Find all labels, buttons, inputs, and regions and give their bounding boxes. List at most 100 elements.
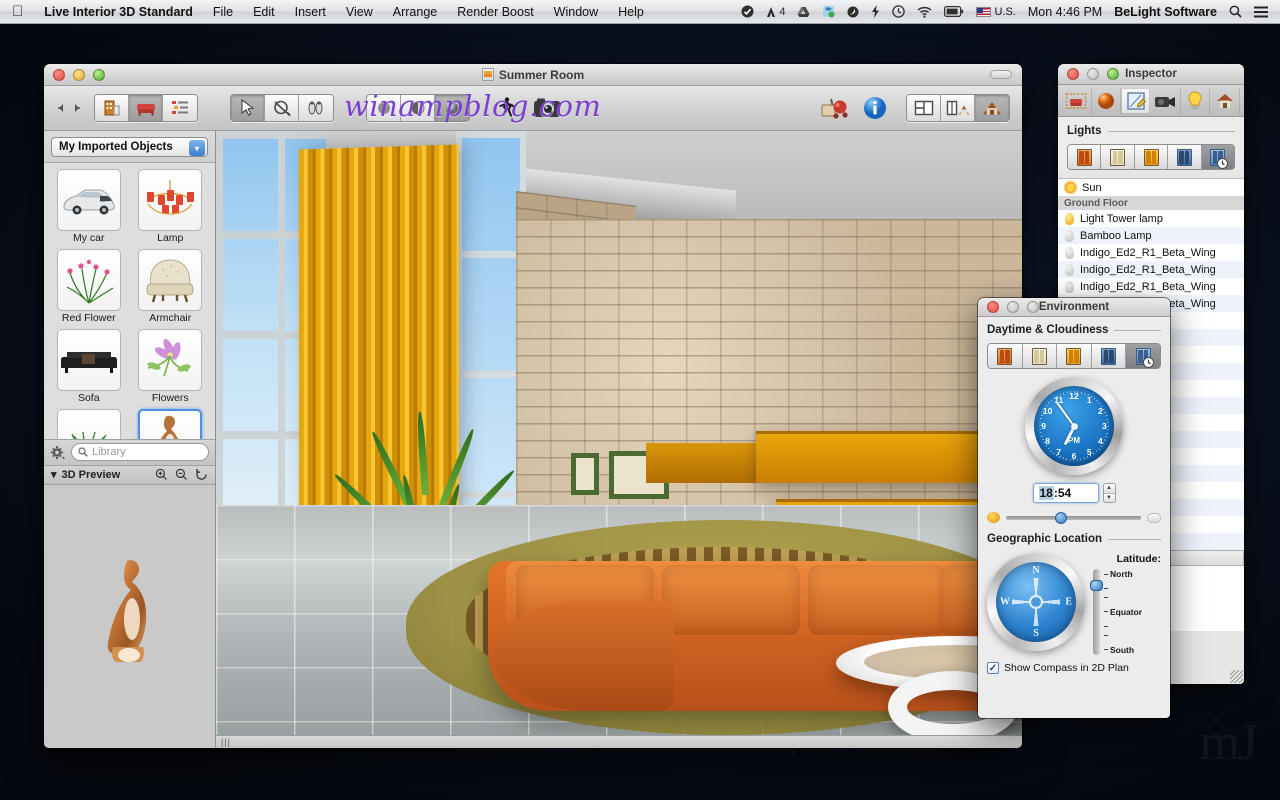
dropbox-icon[interactable] xyxy=(816,5,841,18)
rotate-icon[interactable] xyxy=(265,95,299,121)
library-item-bush[interactable]: Bush xyxy=(49,409,129,439)
menu-help[interactable]: Help xyxy=(608,0,654,24)
sunrise-icon[interactable] xyxy=(1068,145,1102,169)
viewport-grip[interactable]: ||| xyxy=(221,737,231,747)
menu-file[interactable]: File xyxy=(203,0,243,24)
house-tab-icon[interactable] xyxy=(1210,87,1241,114)
battery-icon[interactable] xyxy=(938,6,970,17)
apple-logo-icon[interactable]:  xyxy=(0,4,34,19)
evernote-icon[interactable] xyxy=(841,6,865,18)
compass-control[interactable]: N E S W xyxy=(987,553,1085,651)
zoom-in-icon[interactable] xyxy=(155,468,168,481)
menu-render-boost[interactable]: Render Boost xyxy=(447,0,543,24)
info-icon[interactable] xyxy=(860,94,890,122)
latitude-slider-knob[interactable] xyxy=(1090,580,1103,591)
wifi-icon[interactable] xyxy=(911,6,938,18)
furniture-icon[interactable] xyxy=(129,95,163,121)
google-drive-icon[interactable] xyxy=(791,6,816,18)
library-item-statue[interactable]: Statue xyxy=(131,409,211,439)
light-tab-icon[interactable] xyxy=(1181,87,1211,114)
checkbox[interactable]: ✓ xyxy=(987,662,999,674)
search-input[interactable]: Library xyxy=(71,443,209,461)
day-icon[interactable] xyxy=(1022,344,1058,368)
night-icon[interactable] xyxy=(1168,145,1202,169)
list-item[interactable]: Bamboo Lamp xyxy=(1058,227,1244,244)
sunrise-icon[interactable] xyxy=(988,344,1023,368)
bulb-icon[interactable] xyxy=(1065,229,1074,242)
library-category-popup[interactable]: My Imported Objects ▾ xyxy=(51,137,208,157)
input-language[interactable]: U.S. xyxy=(970,0,1021,24)
environment-titlebar[interactable]: Environment xyxy=(978,298,1170,317)
material-tab-icon[interactable] xyxy=(1092,87,1122,114)
plan-view-icon[interactable] xyxy=(907,95,941,121)
sunset-icon[interactable] xyxy=(1057,344,1092,368)
list-item[interactable]: Sun xyxy=(1058,179,1244,196)
edit-tab-icon[interactable] xyxy=(1121,87,1152,114)
chevron-updown-icon[interactable]: ▾ xyxy=(189,140,205,156)
library-item-my-car[interactable]: My car xyxy=(49,169,129,247)
list-icon[interactable] xyxy=(1248,6,1274,18)
bulb-icon[interactable] xyxy=(1065,246,1074,259)
triangle-down-icon[interactable]: ▼ xyxy=(1103,493,1115,502)
library-item-red-flower[interactable]: Red Flower xyxy=(49,249,129,327)
split-view-icon[interactable] xyxy=(941,95,975,121)
checkmark-badge-icon[interactable] xyxy=(735,5,760,18)
day-icon[interactable] xyxy=(1101,145,1135,169)
list-item[interactable]: Light Tower lamp xyxy=(1058,210,1244,227)
menu-insert[interactable]: Insert xyxy=(285,0,336,24)
sunset-icon[interactable] xyxy=(1134,145,1169,169)
flash-icon[interactable] xyxy=(865,5,886,18)
menu-view[interactable]: View xyxy=(336,0,383,24)
library-item-flowers[interactable]: Flowers xyxy=(131,329,211,407)
library-item-sofa[interactable]: Sofa xyxy=(49,329,129,407)
toolbar-toggle-button[interactable] xyxy=(990,70,1012,79)
library-item-armchair[interactable]: Armchair xyxy=(131,249,211,327)
custom-time-icon[interactable] xyxy=(1201,145,1234,169)
object-tab-icon[interactable] xyxy=(1062,87,1092,114)
bulb-icon[interactable] xyxy=(1065,212,1074,225)
time-input[interactable]: 18:54 xyxy=(1032,483,1099,503)
render-boost-icon[interactable] xyxy=(820,94,850,122)
custom-time-icon[interactable] xyxy=(1126,344,1160,368)
building-icon[interactable] xyxy=(95,95,129,121)
main-window-titlebar[interactable]: Summer Room xyxy=(44,64,1022,86)
time-machine-icon[interactable] xyxy=(886,5,911,18)
3d-viewport[interactable]: ||| xyxy=(216,131,1022,748)
preview-header[interactable]: ▾ 3D Preview xyxy=(44,464,215,485)
daytime-clock[interactable]: 12 1 2 3 4 5 6 7 8 9 10 11 PM xyxy=(1025,377,1123,475)
latitude-slider[interactable] xyxy=(1090,569,1103,655)
triangle-down-icon[interactable]: ▾ xyxy=(51,468,57,481)
inspector-titlebar[interactable]: Inspector xyxy=(1058,64,1244,85)
rotate-icon[interactable] xyxy=(195,468,208,481)
night-icon[interactable] xyxy=(1091,344,1127,368)
bulb-icon[interactable] xyxy=(1065,280,1074,293)
menu-arrange[interactable]: Arrange xyxy=(383,0,447,24)
arrow-select-icon[interactable] xyxy=(231,95,265,121)
list-outline-icon[interactable] xyxy=(163,95,197,121)
list-item[interactable]: Indigo_Ed2_R1_Beta_Wing xyxy=(1058,244,1244,261)
search-icon[interactable] xyxy=(1223,5,1248,18)
3d-view-icon[interactable] xyxy=(975,95,1009,121)
preview-viewport[interactable] xyxy=(44,484,215,748)
left-right-arrows-icon[interactable] xyxy=(54,102,84,114)
list-item[interactable]: Indigo_Ed2_R1_Beta_Wing xyxy=(1058,278,1244,295)
show-compass-checkbox-row[interactable]: ✓ Show Compass in 2D Plan xyxy=(987,662,1161,674)
library-item-lamp[interactable]: Lamp xyxy=(131,169,211,247)
menu-app-name[interactable]: Live Interior 3D Standard xyxy=(34,0,203,24)
time-stepper[interactable]: ▲ ▼ xyxy=(1102,483,1116,503)
cloudiness-slider-knob[interactable] xyxy=(1054,511,1067,524)
gear-icon[interactable] xyxy=(50,445,65,460)
menu-window[interactable]: Window xyxy=(544,0,608,24)
adobe-icon[interactable]: 4 xyxy=(760,0,791,24)
triangle-up-icon[interactable]: ▲ xyxy=(1103,484,1115,494)
zoom-out-icon[interactable] xyxy=(175,468,188,481)
inspector-resize-handle[interactable] xyxy=(1230,670,1243,683)
bulb-icon[interactable] xyxy=(1065,263,1074,276)
walk-tool-icon[interactable] xyxy=(299,95,333,121)
menu-edit[interactable]: Edit xyxy=(243,0,285,24)
menu-bar-clock[interactable]: Mon 4:46 PM xyxy=(1022,0,1108,24)
list-item[interactable]: Indigo_Ed2_R1_Beta_Wing xyxy=(1058,261,1244,278)
camera-tab-icon[interactable] xyxy=(1151,87,1181,114)
menu-bar-user-name[interactable]: BeLight Software xyxy=(1108,0,1223,24)
cloudiness-slider[interactable] xyxy=(1006,511,1141,524)
